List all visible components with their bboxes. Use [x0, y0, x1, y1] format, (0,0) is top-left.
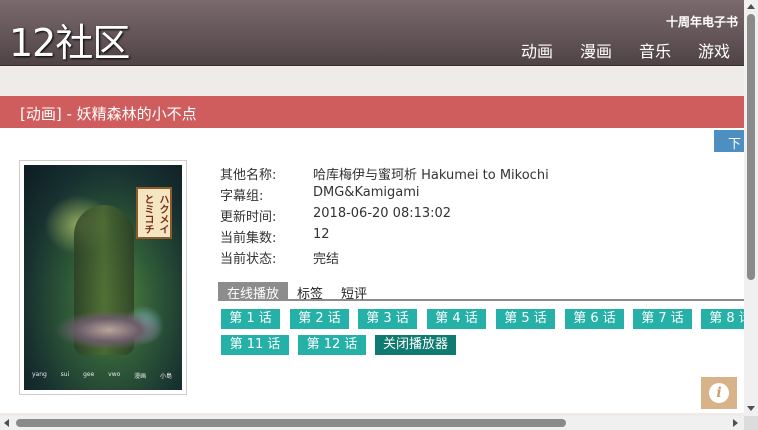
- site-logo[interactable]: 12社区: [9, 12, 130, 67]
- info-value: 12: [313, 227, 330, 242]
- episode-button-12[interactable]: 第 12 话: [298, 335, 366, 355]
- info-label: 字幕组:: [220, 189, 264, 204]
- scrollbar-corner: [744, 416, 758, 430]
- episode-button-4[interactable]: 第 4 话: [427, 309, 486, 329]
- info-row-alt-name: 其他名称: 哈库梅伊与蜜珂析 Hakumei to Mikochi: [220, 164, 549, 185]
- download-button[interactable]: 下载: [714, 130, 744, 152]
- tab-tags[interactable]: 标签: [288, 282, 332, 302]
- poster-frame: ハクメイとミコチ yang sui gee vwo 漫画 小島: [19, 160, 187, 395]
- info-value: 2018-06-20 08:13:02: [313, 206, 452, 221]
- info-value: 完结: [313, 252, 340, 267]
- episode-button-5[interactable]: 第 5 话: [496, 309, 555, 329]
- episode-button-7[interactable]: 第 7 话: [633, 309, 692, 329]
- poster-credit: sui: [60, 371, 70, 378]
- info-label: 其他名称:: [220, 168, 277, 183]
- site-header: 12社区 十周年电子书 动画 漫画 音乐 游戏: [0, 0, 744, 66]
- vertical-scrollbar[interactable]: [744, 0, 758, 416]
- scroll-up-arrow-icon[interactable]: [747, 4, 755, 9]
- nav-item-anime[interactable]: 动画: [521, 38, 553, 62]
- page-title: [动画] - 妖精森林的小不点: [0, 96, 744, 128]
- poster-credits: yang sui gee vwo 漫画 小島: [32, 371, 172, 380]
- horizontal-scrollbar[interactable]: [0, 416, 744, 430]
- info-row-updated: 更新时间: 2018-06-20 08:13:02: [220, 206, 549, 227]
- info-row-status: 当前状态: 完结: [220, 248, 549, 269]
- scroll-left-arrow-icon[interactable]: [4, 419, 9, 427]
- info-icon: i: [709, 383, 729, 403]
- episode-button-6[interactable]: 第 6 话: [565, 309, 624, 329]
- nav-item-games[interactable]: 游戏: [698, 38, 730, 62]
- horizontal-scroll-thumb[interactable]: [16, 419, 566, 427]
- info-value: DMG&Kamigami: [313, 185, 420, 200]
- scroll-down-arrow-icon[interactable]: [747, 406, 755, 411]
- info-row-subgroup: 字幕组: DMG&Kamigami: [220, 185, 549, 206]
- info-row-episodes: 当前集数: 12: [220, 227, 549, 248]
- tab-online-play[interactable]: 在线播放: [218, 282, 289, 302]
- poster-credit: yang: [32, 371, 47, 378]
- poster-credit: 小島: [159, 373, 172, 380]
- poster-characters: [54, 310, 164, 350]
- tab-bar: 在线播放 标签 短评: [218, 282, 744, 302]
- nav-item-music[interactable]: 音乐: [639, 38, 671, 62]
- poster-image: ハクメイとミコチ yang sui gee vwo 漫画 小島: [24, 165, 182, 390]
- info-label: 当前集数:: [220, 231, 277, 246]
- poster-credit: vwo: [108, 371, 121, 378]
- episode-button-1[interactable]: 第 1 话: [221, 309, 280, 329]
- poster-title-logo: ハクメイとミコチ: [136, 187, 172, 239]
- scroll-right-arrow-icon[interactable]: [733, 419, 738, 427]
- episode-button-11[interactable]: 第 11 话: [221, 335, 289, 355]
- close-player-button[interactable]: 关闭播放器: [375, 335, 456, 355]
- poster-credit: 漫画: [134, 373, 147, 380]
- episode-button-3[interactable]: 第 3 话: [358, 309, 417, 329]
- main-nav: 动画 漫画 音乐 游戏: [494, 38, 730, 62]
- tab-reviews[interactable]: 短评: [332, 282, 376, 302]
- nav-item-manga[interactable]: 漫画: [580, 38, 612, 62]
- info-list: 其他名称: 哈库梅伊与蜜珂析 Hakumei to Mikochi 字幕组: D…: [220, 164, 549, 269]
- promo-link[interactable]: 十周年电子书: [666, 13, 738, 30]
- episode-button-2[interactable]: 第 2 话: [290, 309, 349, 329]
- episode-button-8[interactable]: 第 8 话: [701, 309, 744, 329]
- info-label: 当前状态:: [220, 252, 277, 267]
- episode-list: 第 1 话 第 2 话 第 3 话 第 4 话 第 5 话 第 6 话 第 7 …: [221, 309, 744, 359]
- info-value: 哈库梅伊与蜜珂析 Hakumei to Mikochi: [313, 168, 549, 183]
- info-label: 更新时间:: [220, 210, 277, 225]
- info-button[interactable]: i: [701, 377, 737, 409]
- vertical-scroll-thumb[interactable]: [747, 14, 755, 280]
- poster-credit: gee: [83, 371, 95, 378]
